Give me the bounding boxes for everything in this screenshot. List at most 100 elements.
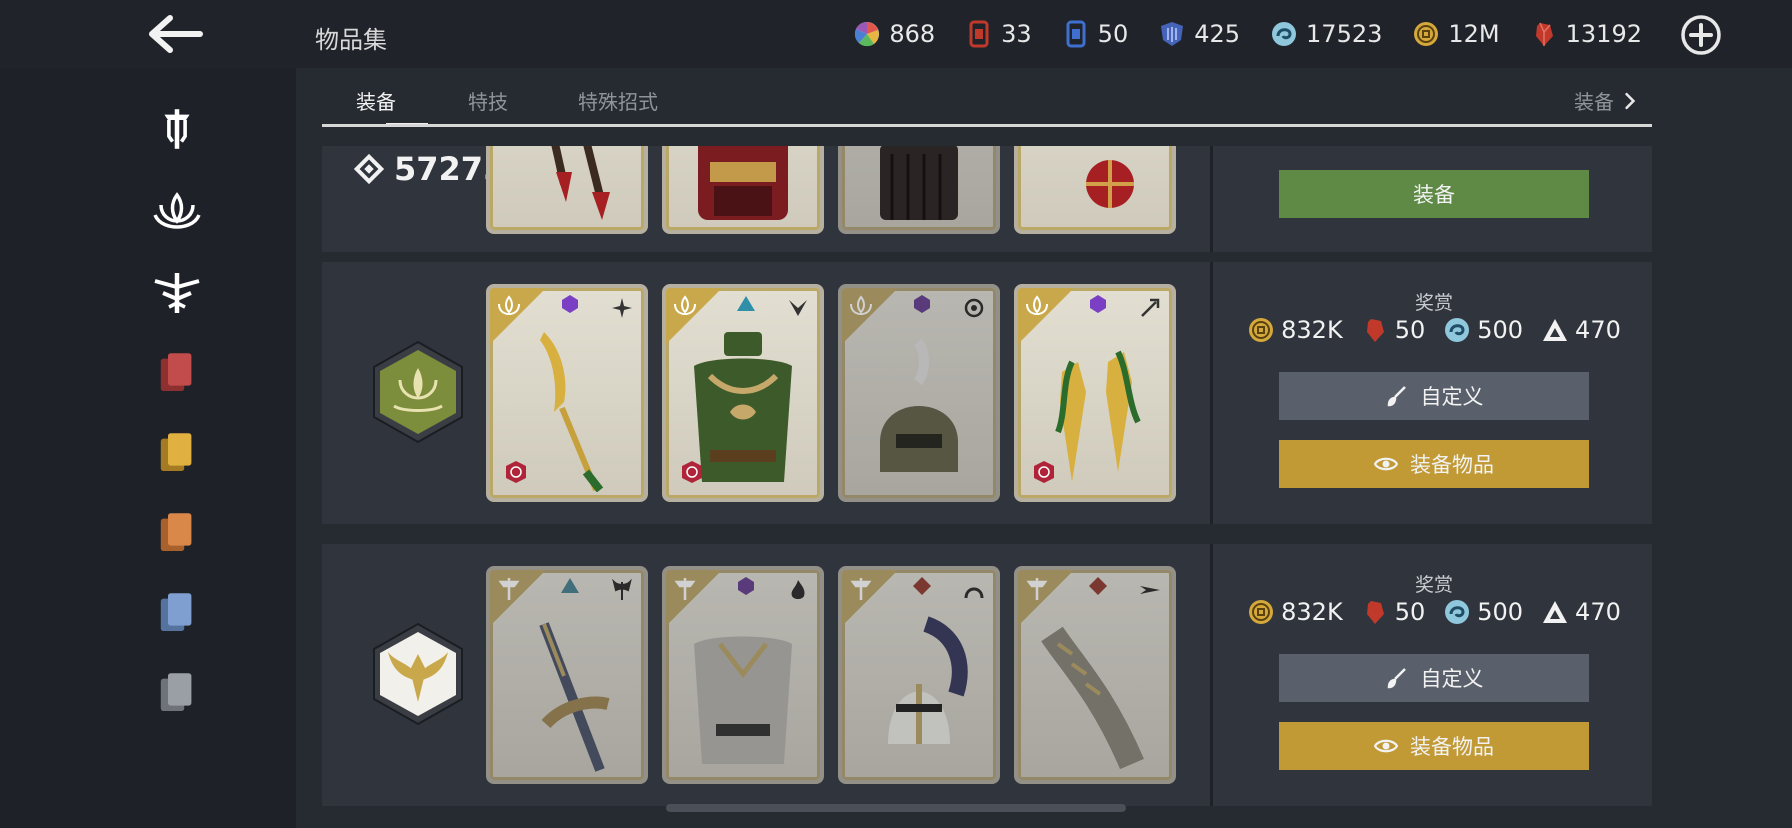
top-bar: 物品集 868 33 50 425 17523 12M 13192 [0, 0, 1792, 68]
xp-triangle-icon [1543, 319, 1568, 341]
currency-value: 425 [1194, 20, 1241, 48]
tab-next-category[interactable]: 装备 [1574, 86, 1636, 115]
tab-divider [322, 124, 1652, 127]
reward-title: 奖赏 [1414, 292, 1453, 314]
brush-icon [1387, 386, 1406, 407]
set-actions: 奖赏 832K 50 500 470 自定义 装备物品 [1210, 262, 1652, 524]
currency-blue-shield[interactable]: 425 [1158, 20, 1240, 48]
item-card-longsword[interactable] [486, 566, 648, 784]
equip-items-button[interactable]: 装备物品 [1279, 440, 1589, 488]
tab-special-moves[interactable]: 特殊招式 [578, 86, 658, 115]
tab-next-label: 装备 [1574, 90, 1614, 114]
red-cards-icon [160, 353, 192, 391]
samurai-faction-icon [153, 192, 201, 229]
tab-bar: 装备 特技 特殊招式 装备 [322, 68, 1652, 128]
gold-coin-icon [1249, 600, 1274, 624]
item-card-dark-legs[interactable] [838, 146, 1000, 234]
helm-icon [964, 587, 984, 599]
purple-gem-icon [914, 295, 930, 313]
sidebar-item-viking[interactable] [150, 266, 204, 320]
tab-equipment[interactable]: 装备 [356, 86, 396, 115]
item-card-golden-glaive[interactable] [486, 284, 648, 502]
currency-value: 12M [1448, 20, 1500, 48]
customize-button-label: 自定义 [1420, 667, 1484, 691]
set-row: 奖赏 832K 50 500 470 自定义 装备物品 [322, 262, 1652, 524]
currency-ruby[interactable]: 13192 [1530, 20, 1642, 48]
blue-cards-icon [160, 593, 192, 631]
tab-feats[interactable]: 特技 [468, 86, 508, 115]
currency-blue-card[interactable]: 50 [1062, 20, 1129, 48]
set-row: 57275 装备 [322, 146, 1652, 252]
faction-sidebar [0, 68, 296, 828]
wing-icon [1140, 586, 1160, 594]
plumed-helm-icon [888, 616, 968, 744]
blue-shield-icon [1161, 22, 1184, 46]
horizontal-scrollbar[interactable] [666, 804, 1126, 812]
add-currency-button[interactable] [1680, 14, 1722, 56]
item-card-plate-armor[interactable] [662, 566, 824, 784]
sidebar-item-gray-cards[interactable] [150, 666, 204, 720]
chest-armor-icon [698, 146, 788, 220]
eye-icon [1374, 457, 1398, 471]
lotus-icon [850, 295, 872, 315]
purple-gem-icon [738, 577, 754, 595]
lotus-icon [674, 295, 696, 315]
customize-button[interactable]: 自定义 [1279, 654, 1589, 702]
glaive-weapon-icon [540, 332, 604, 492]
viking-faction-icon [154, 273, 200, 313]
currency-value: 33 [1001, 20, 1032, 48]
equip-items-button[interactable]: 装备物品 [1279, 722, 1589, 770]
currency-rainbow-orb[interactable]: 868 [853, 20, 935, 48]
item-card-red-flail[interactable] [486, 146, 648, 234]
currency-value: 50 [1097, 20, 1129, 48]
ruby-icon [1366, 601, 1384, 624]
lotus-icon [1026, 295, 1048, 315]
teal-gem-icon [561, 578, 579, 593]
chest-icon [789, 300, 807, 316]
swirl-coin-icon [1272, 22, 1297, 46]
sidebar-item-orange-cards[interactable] [150, 506, 204, 560]
item-card-plumed-helm[interactable] [838, 566, 1000, 784]
knight-faction-icon [164, 109, 190, 149]
axe-icon [612, 578, 632, 600]
item-card-red-armor[interactable] [662, 146, 824, 234]
lotus-emblem-icon [373, 340, 463, 444]
currency-red-card[interactable]: 33 [965, 20, 1032, 48]
back-button[interactable] [144, 12, 208, 56]
reward-xp: 470 [1575, 316, 1621, 344]
sidebar-item-blue-cards[interactable] [150, 586, 204, 640]
item-card-green-armor[interactable] [662, 284, 824, 502]
chest-armor-icon [694, 332, 792, 482]
equip-button[interactable]: 装备 [1279, 170, 1589, 218]
target-icon [964, 298, 984, 318]
knight-icon [850, 578, 872, 600]
currency-value: 13192 [1565, 20, 1642, 48]
red-card-icon [969, 20, 989, 48]
sidebar-item-yellow-cards[interactable] [150, 426, 204, 480]
item-card-golden-helmet[interactable] [838, 284, 1000, 502]
helmet-icon [880, 338, 958, 472]
xp-triangle-icon [1543, 601, 1568, 623]
item-card-twin-daggers[interactable] [1014, 284, 1176, 502]
collection-panel: 装备 特技 特殊招式 装备 57275 装备 奖赏 832K 50 500 47… [296, 68, 1792, 828]
currency-gold-coin[interactable]: 12M [1412, 20, 1500, 48]
set-row: 奖赏 832K 50 500 470 自定义 装备物品 [322, 544, 1652, 806]
item-card-red-ornament[interactable] [1014, 146, 1176, 234]
reward-ruby: 50 [1394, 598, 1426, 626]
sidebar-item-knight[interactable] [150, 102, 204, 156]
brush-icon [1387, 668, 1406, 689]
reward-list: 832K 50 500 470 [1213, 316, 1652, 344]
sidebar-item-red-cards[interactable] [150, 346, 204, 400]
customize-button[interactable]: 自定义 [1279, 372, 1589, 420]
gold-coin-icon [1414, 22, 1439, 46]
knight-icon [674, 578, 696, 600]
flame-icon [791, 580, 805, 599]
equip-items-button-label: 装备物品 [1410, 453, 1494, 477]
gray-cards-icon [160, 673, 192, 711]
currency-swirl-coin[interactable]: 17523 [1270, 20, 1382, 48]
item-card-gauntlet[interactable] [1014, 566, 1176, 784]
sidebar-item-samurai[interactable] [150, 184, 204, 238]
currency-value: 868 [889, 20, 936, 48]
swirl-coin-icon [1445, 600, 1470, 624]
yellow-cards-icon [160, 433, 192, 471]
